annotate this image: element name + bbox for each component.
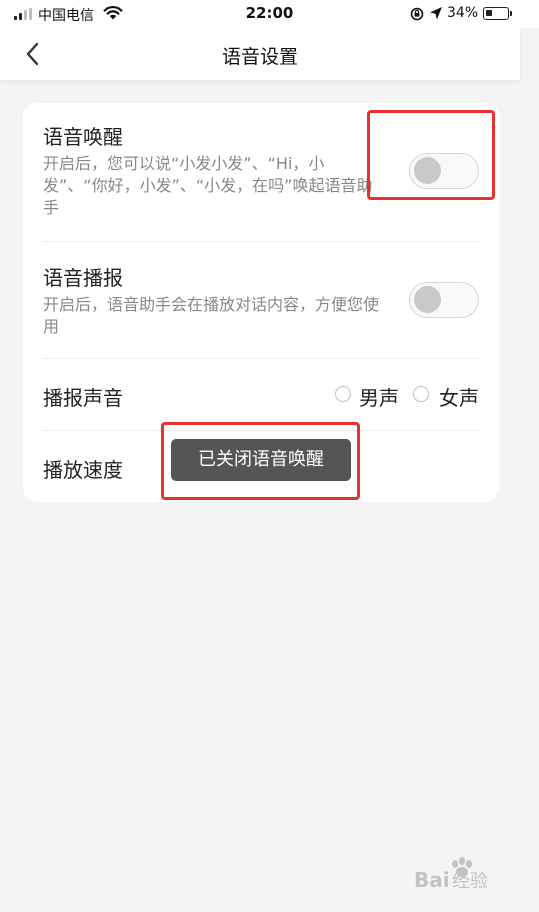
voice-broadcast-title: 语音播报 <box>43 266 123 290</box>
male-voice-label[interactable]: 男声 <box>359 382 399 411</box>
rotation-lock-icon <box>410 7 424 21</box>
female-voice-label[interactable]: 女声 <box>439 382 479 411</box>
setting-row-voice-type: 播报声音 男声 女声 <box>43 359 479 431</box>
voice-wake-description: 开启后，您可以说“小发小发”、“Hi，小发”、“你好，小发”、“小发，在吗”唤起… <box>43 154 373 217</box>
svg-text:经验: 经验 <box>452 871 488 892</box>
location-arrow-icon <box>430 7 442 20</box>
highlight-box-toggle <box>367 110 495 200</box>
male-voice-radio[interactable] <box>335 386 351 402</box>
voice-broadcast-toggle[interactable] <box>409 282 479 318</box>
navigation-bar: 语音设置 <box>0 28 520 80</box>
watermark-logo: Bai 经验 <box>414 857 488 892</box>
voice-wake-title: 语音唤醒 <box>43 125 123 149</box>
voice-broadcast-description: 开启后，语音助手会在播放对话内容，方便您使用 <box>43 295 380 336</box>
voice-type-title: 播报声音 <box>43 386 123 410</box>
status-bar: 中国电信 22:00 34% <box>0 0 539 28</box>
battery-icon <box>483 7 512 20</box>
page-title: 语音设置 <box>221 46 298 68</box>
svg-text:Bai: Bai <box>414 868 450 892</box>
toggle-knob <box>414 286 441 313</box>
highlight-box-toast <box>161 422 360 500</box>
battery-percent: 34% <box>447 5 479 21</box>
setting-row-voice-broadcast: 语音播报 开启后，语音助手会在播放对话内容，方便您使用 <box>43 242 479 359</box>
playback-speed-title: 播放速度 <box>43 458 123 482</box>
battery-fill <box>486 10 492 16</box>
female-voice-radio[interactable] <box>413 386 429 402</box>
